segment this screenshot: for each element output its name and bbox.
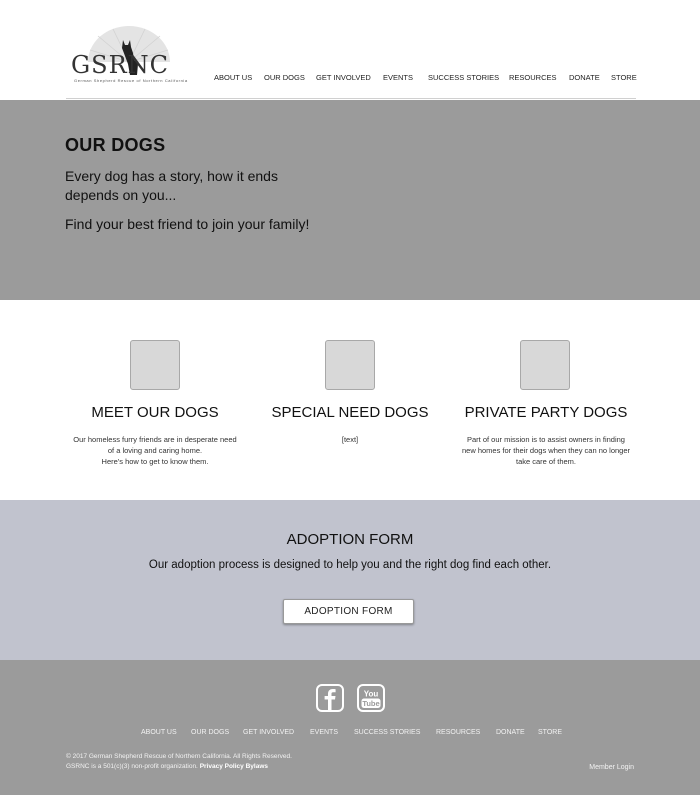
- feature-title: MEET OUR DOGS: [91, 404, 219, 421]
- footer-nav-get-involved[interactable]: GET INVOLVED: [243, 729, 294, 736]
- footer-nav-success-stories[interactable]: SUCCESS STORIES: [354, 729, 420, 736]
- page-title: OUR DOGS: [65, 135, 166, 155]
- youtube-icon[interactable]: You Tube: [357, 684, 385, 712]
- footer-nav: ABOUT US OUR DOGS GET INVOLVED EVENTS SU…: [0, 729, 700, 739]
- nav-store[interactable]: STORE: [611, 73, 637, 82]
- feature-meet-our-dogs[interactable]: MEET OUR DOGS Our homeless furry friends…: [57, 300, 253, 500]
- adoption-form-button[interactable]: ADOPTION FORM: [283, 599, 414, 624]
- footer-nav-about-us[interactable]: ABOUT US: [141, 729, 177, 736]
- footer-nav-our-dogs[interactable]: OUR DOGS: [191, 729, 229, 736]
- site-header: GSRNC German Shepherd Rescue of Northern…: [0, 0, 700, 100]
- adoption-description: Our adoption process is designed to help…: [148, 559, 552, 571]
- feature-description: Part of our mission is to assist owners …: [461, 435, 631, 466]
- facebook-icon[interactable]: [316, 684, 344, 712]
- nav-our-dogs[interactable]: OUR DOGS: [264, 73, 305, 82]
- footer-nav-store[interactable]: STORE: [538, 729, 562, 736]
- site-footer: You Tube ABOUT US OUR DOGS GET INVOLVED …: [0, 660, 700, 795]
- privacy-policy-link[interactable]: Privacy Policy: [200, 763, 244, 770]
- footer-nav-resources[interactable]: RESOURCES: [436, 729, 480, 736]
- footer-nav-donate[interactable]: DONATE: [496, 729, 525, 736]
- footer-nav-events[interactable]: EVENTS: [310, 729, 338, 736]
- nav-donate[interactable]: DONATE: [569, 73, 600, 82]
- nav-resources[interactable]: RESOURCES: [509, 73, 557, 82]
- placeholder-image-icon: [130, 340, 180, 390]
- svg-text:Tube: Tube: [362, 699, 379, 708]
- hero-tagline-line1: Every dog has a story, how it ends: [65, 168, 278, 184]
- adoption-section: ADOPTION FORM Our adoption process is de…: [0, 500, 700, 660]
- adoption-title: ADOPTION FORM: [286, 531, 414, 548]
- hero-tagline-line3: Find your best friend to join your famil…: [65, 216, 310, 232]
- member-login-link[interactable]: Member Login: [589, 764, 634, 771]
- hero-banner: OUR DOGS Every dog has a story, how it e…: [0, 100, 700, 300]
- placeholder-image-icon: [520, 340, 570, 390]
- feature-description: Our homeless furry friends are in desper…: [73, 435, 237, 466]
- header-divider: [66, 98, 636, 99]
- main-nav: ABOUT US OUR DOGS GET INVOLVED EVENTS SU…: [0, 73, 700, 85]
- legal-line: GSRNC is a 501(c)(3) non-profit organiza…: [66, 763, 268, 770]
- hero-tagline-line2: depends on you...: [65, 187, 177, 203]
- nav-get-involved[interactable]: GET INVOLVED: [316, 73, 371, 82]
- feature-description: [text]: [341, 435, 359, 444]
- feature-title: SPECIAL NEED DOGS: [271, 404, 429, 421]
- nav-success-stories[interactable]: SUCCESS STORIES: [428, 73, 499, 82]
- copyright-text: © 2017 German Shepherd Rescue of Norther…: [66, 753, 292, 760]
- feature-title: PRIVATE PARTY DOGS: [464, 404, 628, 421]
- placeholder-image-icon: [325, 340, 375, 390]
- nonprofit-text: GSRNC is a 501(c)(3) non-profit organiza…: [66, 763, 198, 770]
- nav-events[interactable]: EVENTS: [383, 73, 413, 82]
- feature-special-need-dogs[interactable]: SPECIAL NEED DOGS [text]: [252, 300, 448, 500]
- feature-private-party-dogs[interactable]: PRIVATE PARTY DOGS Part of our mission i…: [448, 300, 644, 500]
- features-section: MEET OUR DOGS Our homeless furry friends…: [0, 300, 700, 500]
- svg-text:You: You: [364, 690, 379, 699]
- nav-about-us[interactable]: ABOUT US: [214, 73, 252, 82]
- bylaws-link[interactable]: Bylaws: [246, 763, 268, 770]
